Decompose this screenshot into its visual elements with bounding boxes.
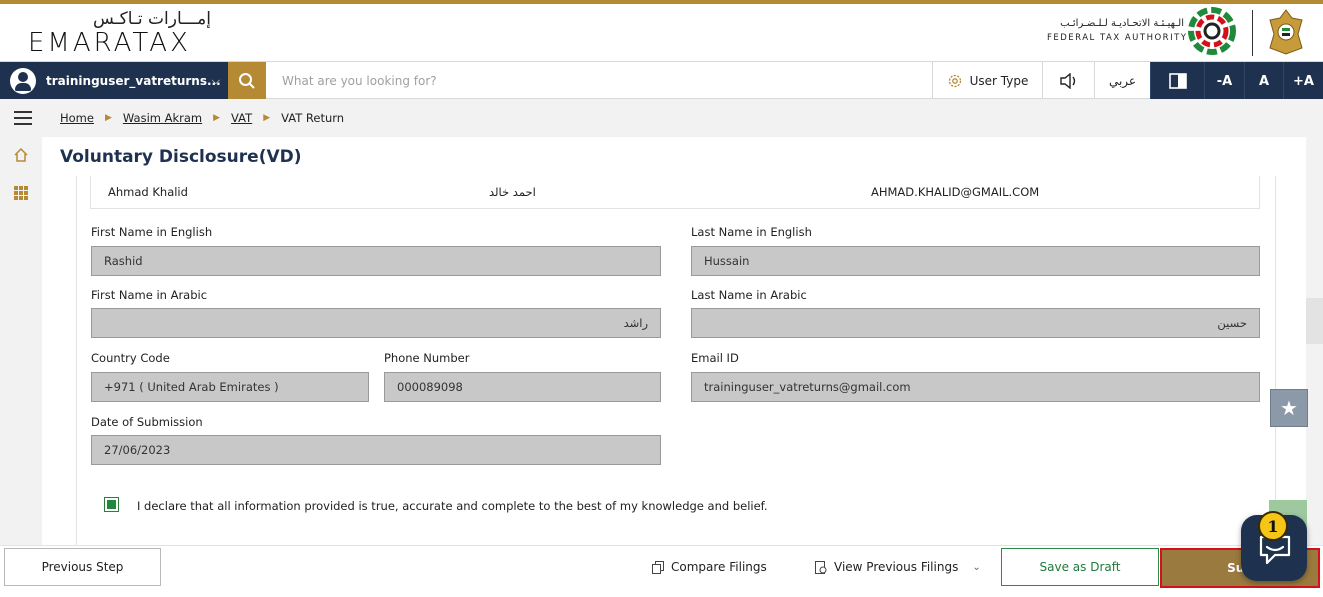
- hamburger-menu-icon[interactable]: [14, 111, 32, 125]
- country-code-label: Country Code: [91, 351, 170, 365]
- previous-step-button[interactable]: Previous Step: [4, 548, 161, 586]
- last-name-en-label: Last Name in English: [691, 225, 812, 239]
- contrast-toggle[interactable]: [1150, 62, 1204, 100]
- summary-name-english: Ahmad Khalid: [108, 185, 188, 199]
- form-panel: [76, 176, 1276, 546]
- save-as-draft-button[interactable]: Save as Draft: [1001, 548, 1159, 586]
- user-menu[interactable]: traininguser_vatreturns... ⌵: [0, 62, 228, 100]
- breadcrumb: Home ▶ Wasim Akram ▶ VAT ▶ VAT Return: [60, 111, 344, 125]
- breadcrumb-arrow-icon: ▶: [213, 113, 221, 123]
- chevron-down-icon: ⌄: [972, 561, 981, 573]
- breadcrumb-vat[interactable]: VAT: [231, 111, 252, 125]
- email-id-field[interactable]: traininguser_vatreturns@gmail.com: [691, 372, 1260, 402]
- notification-badge: 1: [1258, 511, 1288, 541]
- site-header: إمـــارات تـاكـس EMARATAX الـهيـئـة الات…: [0, 4, 1323, 61]
- speaker-icon: [1059, 73, 1075, 89]
- first-name-ar-label: First Name in Arabic: [91, 288, 208, 302]
- view-previous-filings-label: View Previous Filings: [834, 560, 959, 574]
- submission-date-label: Date of Submission: [91, 415, 203, 429]
- user-type-button[interactable]: User Type: [932, 62, 1042, 100]
- search-input[interactable]: [268, 64, 928, 98]
- username-label: traininguser_vatreturns...: [46, 74, 221, 88]
- breadcrumb-arrow-icon: ▶: [263, 113, 271, 123]
- first-name-ar-field[interactable]: راشد: [91, 308, 661, 338]
- language-toggle[interactable]: عربي: [1094, 62, 1150, 100]
- last-name-ar-label: Last Name in Arabic: [691, 288, 807, 302]
- gear-icon: [948, 74, 961, 88]
- view-previous-filings-button[interactable]: View Previous Filings ⌄: [814, 560, 981, 574]
- search-button[interactable]: [228, 62, 266, 100]
- uae-emblem-icon: [1269, 9, 1303, 55]
- first-name-en-label: First Name in English: [91, 225, 213, 239]
- breadcrumb-home[interactable]: Home: [60, 111, 94, 125]
- contact-summary-row: Ahmad Khalid احمد خالد AHMAD.KHALID@GMAI…: [90, 176, 1260, 209]
- chevron-down-icon: ⌵: [211, 74, 220, 87]
- home-icon[interactable]: [12, 147, 30, 165]
- copy-icon: [652, 560, 664, 574]
- phone-number-field[interactable]: 000089098: [384, 372, 661, 402]
- breadcrumb-bar: Home ▶ Wasim Akram ▶ VAT ▶ VAT Return: [0, 99, 1323, 137]
- font-decrease-button[interactable]: -A: [1204, 62, 1244, 100]
- emaratax-logo-arabic: إمـــارات تـاكـس: [93, 9, 211, 29]
- user-type-label: User Type: [969, 74, 1029, 88]
- emaratax-logo[interactable]: EMARATAX: [28, 28, 191, 58]
- compare-filings-label: Compare Filings: [671, 560, 767, 574]
- declaration-checkbox[interactable]: [104, 497, 119, 512]
- email-id-label: Email ID: [691, 351, 739, 365]
- left-rail: [0, 137, 42, 545]
- user-avatar-icon: [10, 68, 36, 94]
- submission-date-field[interactable]: 27/06/2023: [91, 435, 661, 465]
- last-name-en-field[interactable]: Hussain: [691, 246, 1260, 276]
- country-code-field[interactable]: +971 ( United Arab Emirates ): [91, 372, 369, 402]
- scrollbar-thumb[interactable]: [1306, 298, 1323, 344]
- header-divider: [1252, 10, 1253, 56]
- fta-name-english: FEDERAL TAX AUTHORITY: [1047, 33, 1188, 43]
- page-title: Voluntary Disclosure(VD): [60, 147, 302, 167]
- apps-grid-icon[interactable]: [12, 185, 30, 203]
- font-normal-button[interactable]: A: [1244, 62, 1283, 100]
- font-increase-button[interactable]: +A: [1283, 62, 1323, 100]
- last-name-ar-field[interactable]: حسين: [691, 308, 1260, 338]
- summary-email: AHMAD.KHALID@GMAIL.COM: [871, 185, 1040, 199]
- breadcrumb-taxpayer[interactable]: Wasim Akram: [123, 111, 202, 125]
- first-name-en-field[interactable]: Rashid: [91, 246, 661, 276]
- fta-name-arabic: الـهيـئـة الاتحـاديـة لـلـضـرائـب: [1060, 18, 1184, 29]
- star-icon[interactable]: ★: [1270, 389, 1308, 427]
- fta-emblem-icon: [1188, 7, 1236, 55]
- contrast-icon: [1168, 73, 1187, 89]
- breadcrumb-current: VAT Return: [281, 111, 345, 125]
- speaker-button[interactable]: [1042, 62, 1094, 100]
- search-icon: [239, 73, 255, 89]
- phone-number-label: Phone Number: [384, 351, 470, 365]
- summary-name-arabic: احمد خالد: [489, 185, 536, 199]
- top-navbar: traininguser_vatreturns... ⌵ User Type ع…: [0, 61, 1323, 100]
- breadcrumb-arrow-icon: ▶: [104, 113, 112, 123]
- document-history-icon: [815, 560, 827, 574]
- declaration-text: I declare that all information provided …: [137, 499, 768, 513]
- compare-filings-button[interactable]: Compare Filings: [652, 560, 767, 574]
